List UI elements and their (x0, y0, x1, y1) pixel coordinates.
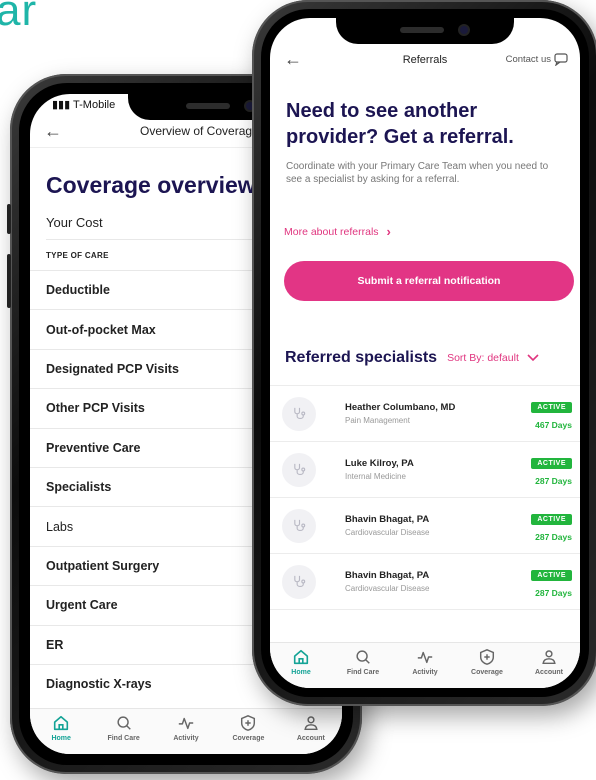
sort-label: Sort By: default (447, 352, 519, 364)
tab-bar: Home Find Care Activity Coverage Account (30, 708, 342, 754)
tab-label: Activity (173, 735, 199, 742)
activity-icon (178, 717, 194, 730)
referral-status: ACTIVE 287 Days (531, 564, 572, 598)
tab-coverage[interactable]: Coverage (217, 709, 279, 754)
background-heading-fragment: ar (0, 0, 38, 35)
tab-find-care[interactable]: Find Care (332, 643, 394, 688)
stethoscope-icon (282, 396, 316, 431)
specialty: Pain Management (345, 416, 410, 425)
tab-label: Home (51, 735, 71, 742)
tab-label: Coverage (232, 735, 265, 742)
shield-icon (479, 649, 495, 665)
referral-status: ACTIVE 467 Days (531, 396, 572, 430)
header-title: Overview of Coverage (140, 123, 259, 138)
activity-icon (417, 651, 433, 664)
days-remaining: 287 Days (535, 476, 572, 486)
search-icon (117, 716, 131, 730)
referral-details: Bhavin Bhagat, PA Cardiovascular Disease (345, 514, 429, 537)
more-about-referrals-link[interactable]: More about referrals › (270, 186, 580, 239)
specialist-name: Heather Columbano, MD (345, 402, 456, 413)
tab-activity[interactable]: Activity (394, 643, 456, 688)
status-badge: ACTIVE (531, 458, 572, 469)
tab-label: Account (296, 735, 325, 742)
status-badge: ACTIVE (531, 514, 572, 525)
referral-row[interactable]: Heather Columbano, MD Pain Management ACT… (270, 386, 580, 442)
hero-description: Coordinate with your Primary Care Team w… (286, 161, 549, 185)
tab-home[interactable]: Home (270, 643, 332, 688)
referral-status: ACTIVE 287 Days (531, 452, 572, 486)
stethoscope-icon (282, 508, 316, 543)
signal-icon: ▮▮▮ (52, 99, 74, 111)
person-icon (304, 716, 318, 731)
person-icon (542, 650, 556, 665)
shield-icon (241, 715, 256, 731)
tab-account[interactable]: Account (518, 643, 580, 688)
home-icon (293, 649, 309, 665)
tab-label: Find Care (346, 669, 380, 676)
referral-list: Heather Columbano, MD Pain Management ACT… (270, 385, 580, 610)
hero-title: Need to see another provider? Get a refe… (286, 100, 514, 148)
tab-label: Account (535, 669, 563, 676)
tab-label: Coverage (471, 669, 503, 676)
tab-home[interactable]: Home (30, 709, 92, 754)
carrier-name: T-Mobile (73, 99, 116, 111)
specialist-name: Bhavin Bhagat, PA (345, 514, 430, 525)
specialty: Cardiovascular Disease (345, 528, 430, 537)
tab-coverage[interactable]: Coverage (456, 643, 518, 688)
tab-bar: Home Find Care Activity Coverage Account (270, 642, 580, 688)
tab-activity[interactable]: Activity (155, 709, 217, 754)
contact-us-label: Contact us (505, 54, 551, 65)
volume-up-button (7, 254, 11, 308)
specialist-name: Bhavin Bhagat, PA (345, 570, 430, 581)
specialty: Cardiovascular Disease (345, 584, 430, 593)
search-icon (356, 650, 370, 664)
days-remaining: 287 Days (535, 588, 572, 598)
referral-row[interactable]: Bhavin Bhagat, PA Cardiovascular Disease … (270, 498, 580, 554)
more-link-label: More about referrals (284, 225, 379, 238)
tab-label: Home (291, 669, 311, 676)
stethoscope-icon (282, 564, 316, 599)
tab-find-care[interactable]: Find Care (92, 709, 154, 754)
referral-details: Luke Kilroy, PA Internal Medicine (345, 458, 414, 481)
tab-account[interactable]: Account (280, 709, 342, 754)
referral-status: ACTIVE 287 Days (531, 508, 572, 542)
speaker-grille (186, 103, 230, 109)
referral-row[interactable]: Bhavin Bhagat, PA Cardiovascular Disease … (270, 554, 580, 610)
mute-switch (7, 204, 11, 234)
chat-icon (554, 53, 568, 66)
status-badge: ACTIVE (531, 570, 572, 581)
sort-dropdown[interactable]: Sort By: default (447, 352, 539, 364)
chevron-right-icon: › (386, 224, 391, 239)
nav-header: ← Referrals Contact us (270, 18, 580, 76)
specialist-name: Luke Kilroy, PA (345, 458, 414, 469)
status-badge: ACTIVE (531, 402, 572, 413)
referral-row[interactable]: Luke Kilroy, PA Internal Medicine ACTIVE 2… (270, 442, 580, 498)
tab-label: Find Care (107, 735, 140, 742)
chevron-down-icon (527, 354, 539, 362)
contact-us-link[interactable]: Contact us (506, 53, 568, 66)
submit-referral-button[interactable]: Submit a referral notification (284, 261, 574, 301)
tab-label: Activity (412, 669, 438, 676)
specialty: Internal Medicine (345, 472, 406, 481)
phone-referrals: ← Referrals Contact us Need to see anoth… (252, 0, 596, 706)
referrals-screen: ← Referrals Contact us Need to see anoth… (270, 18, 580, 688)
referral-details: Bhavin Bhagat, PA Cardiovascular Disease (345, 570, 429, 593)
back-arrow-icon[interactable]: ← (44, 122, 62, 140)
referral-details: Heather Columbano, MD Pain Management (345, 402, 455, 425)
referred-specialists-header: Referred specialists Sort By: default (270, 301, 580, 367)
days-remaining: 467 Days (535, 420, 572, 430)
days-remaining: 287 Days (535, 532, 572, 542)
home-icon (54, 715, 69, 731)
stethoscope-icon (282, 452, 316, 487)
section-title: Referred specialists (285, 349, 438, 366)
